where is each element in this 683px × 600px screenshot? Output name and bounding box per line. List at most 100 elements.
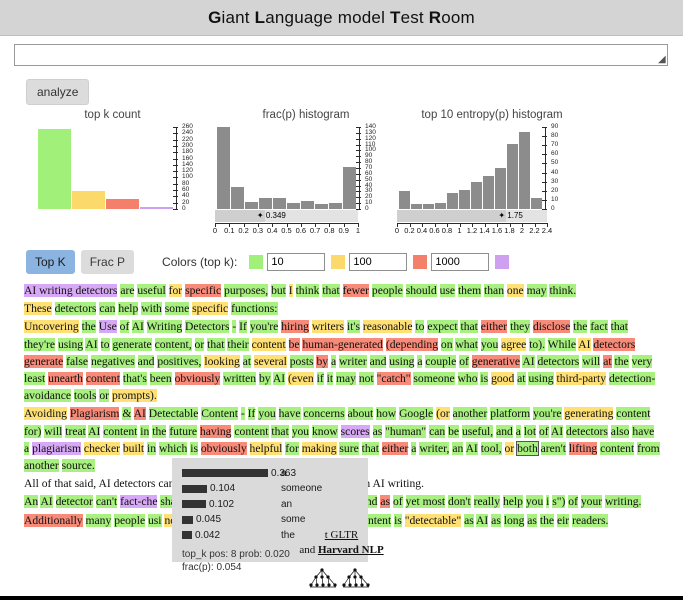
color-swatch-3[interactable] [495, 255, 510, 269]
analysis-token[interactable]: All [24, 477, 39, 490]
analysis-token[interactable]: it's [346, 320, 360, 334]
analysis-token[interactable]: that [54, 477, 71, 490]
analysis-token[interactable]: ectable" [423, 513, 462, 527]
analysis-token[interactable]: either [381, 441, 409, 455]
analysis-token[interactable]: for) [24, 424, 42, 438]
analysis-token[interactable]: While [547, 337, 576, 351]
analysis-token[interactable]: at [242, 354, 252, 368]
analysis-token[interactable]: future [169, 424, 197, 438]
analysis-token[interactable]: another [24, 459, 59, 473]
analysis-token[interactable]: functions: [231, 302, 278, 316]
analysis-token[interactable]: an [452, 441, 464, 455]
analysis-token[interactable]: how [376, 407, 397, 421]
analysis-token[interactable]: one [506, 284, 524, 297]
analysis-token[interactable]: help [502, 495, 523, 509]
analysis-token[interactable]: or [194, 337, 205, 351]
analysis-token[interactable]: reasonable [362, 320, 413, 334]
analysis-token[interactable]: on [440, 337, 453, 351]
analysis-token[interactable]: AI [85, 337, 98, 351]
analysis-token[interactable]: as [372, 424, 383, 438]
analysis-token[interactable]: useful [137, 284, 166, 297]
analysis-token[interactable]: lifting [568, 441, 598, 455]
analysis-token[interactable]: expect [427, 320, 458, 334]
analysis-token[interactable]: said, [75, 477, 97, 490]
analysis-token[interactable]: using [528, 372, 554, 386]
analysis-token[interactable]: the [614, 354, 629, 368]
analysis-token[interactable]: writer, [419, 441, 450, 455]
analysis-token[interactable]: is [190, 441, 198, 455]
analysis-token[interactable]: for [285, 441, 299, 455]
analysis-token[interactable]: of [42, 477, 52, 490]
analysis-token[interactable]: Avoiding [24, 407, 67, 421]
analysis-token[interactable]: is [394, 513, 402, 527]
analysis-token[interactable]: you're [249, 320, 279, 334]
analysis-token[interactable]: that [460, 320, 478, 334]
analysis-token[interactable]: you're [533, 407, 562, 421]
analysis-token[interactable]: know [312, 424, 338, 438]
analysis-token[interactable]: about [347, 407, 374, 421]
analysis-token[interactable]: can [99, 302, 116, 316]
analysis-token[interactable]: most [419, 495, 446, 509]
analysis-token[interactable]: helpful [249, 441, 283, 455]
analysis-token[interactable]: that [322, 284, 340, 297]
fracp-slider[interactable]: ✦ 0.349 [215, 210, 358, 222]
analysis-token[interactable]: prompts). [111, 389, 157, 403]
analysis-token[interactable]: may [335, 372, 356, 386]
analysis-token[interactable]: generating [564, 407, 614, 421]
analysis-token[interactable]: checker [83, 441, 120, 455]
analysis-token[interactable]: "catch" [376, 372, 411, 386]
analysis-token[interactable]: writers [311, 320, 345, 334]
analysis-token[interactable]: is [480, 372, 489, 386]
analysis-token[interactable]: many [85, 513, 112, 527]
analysis-token[interactable]: with [141, 302, 162, 316]
analysis-token[interactable]: AI [578, 337, 591, 351]
analysis-token[interactable]: if [316, 372, 324, 386]
analysis-token[interactable]: them [457, 284, 482, 297]
analysis-token[interactable]: you [525, 495, 544, 509]
analysis-token[interactable]: AI [133, 407, 146, 421]
analysis-token[interactable]: people [114, 513, 146, 527]
analysis-token[interactable]: be [288, 337, 300, 351]
color-threshold-input-2[interactable] [431, 253, 490, 271]
analysis-token[interactable]: sure [339, 441, 359, 455]
analysis-token[interactable]: generative [471, 354, 521, 368]
analysis-token[interactable]: think [295, 284, 320, 297]
analysis-token[interactable]: in [147, 441, 157, 455]
analysis-token[interactable]: as [380, 495, 391, 509]
analysis-token[interactable]: tools [73, 389, 97, 403]
analysis-token[interactable]: not [358, 372, 374, 386]
analysis-token[interactable]: built [122, 441, 145, 455]
analysis-token[interactable]: but [271, 284, 286, 297]
analysis-token[interactable]: several [253, 354, 287, 368]
analysis-token[interactable]: (or [436, 407, 450, 421]
analysis-token[interactable]: also [610, 424, 630, 438]
analysis-token[interactable]: . [573, 284, 577, 297]
analysis-token[interactable]: useful, [461, 424, 494, 438]
analysis-token[interactable]: obviously [174, 372, 221, 386]
analysis-token[interactable]: looking [204, 354, 240, 368]
analysis-token[interactable]: to [100, 337, 110, 351]
analysis-token[interactable]: platform [490, 407, 531, 421]
analysis-token[interactable]: can [429, 424, 446, 438]
analysis-token[interactable]: as [527, 513, 537, 527]
analysis-token[interactable]: Plagiarism [69, 407, 120, 421]
analysis-token[interactable]: s") [552, 495, 566, 509]
analysis-token[interactable]: the [573, 320, 588, 334]
analysis-token[interactable]: false [66, 354, 89, 368]
analysis-token[interactable]: using [57, 337, 84, 351]
analysis-token[interactable]: than [484, 284, 504, 297]
analysis-token[interactable]: Google [399, 407, 434, 421]
analysis-token[interactable]: (depending [385, 337, 439, 351]
gltr-link[interactable]: t GLTR [325, 529, 359, 541]
analysis-token[interactable]: and [137, 354, 155, 368]
analysis-token[interactable]: aren't [540, 441, 566, 455]
analysis-token[interactable]: "det [404, 513, 424, 527]
analysis-token[interactable]: readers. [572, 513, 609, 527]
analysis-token[interactable]: for [168, 284, 183, 297]
analysis-token[interactable]: hiring [281, 320, 309, 334]
analysis-token[interactable]: who [457, 372, 478, 386]
analysis-token[interactable]: of [459, 354, 469, 368]
analysis-token[interactable]: that [271, 424, 289, 438]
analysis-token[interactable]: AI [550, 424, 564, 438]
analysis-token[interactable]: content [616, 407, 651, 421]
